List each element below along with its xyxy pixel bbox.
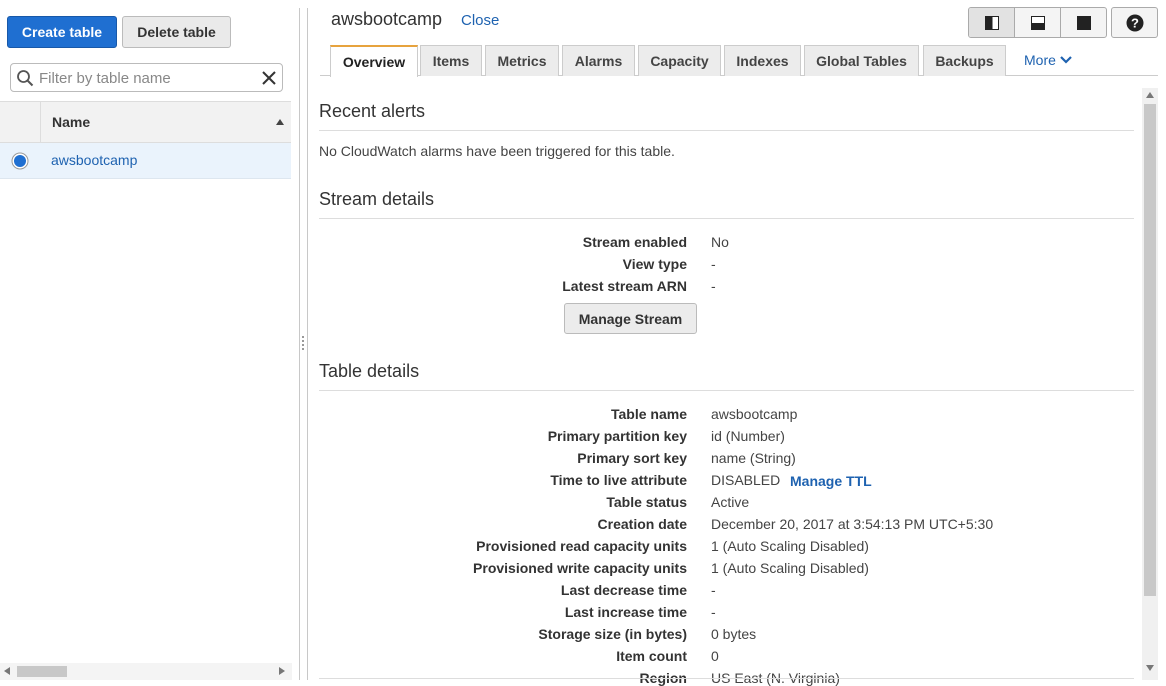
help-button[interactable]: ? [1111,7,1158,38]
detail-label: Last increase time [564,604,687,620]
detail-value: Active [711,494,750,510]
detail-value: December 20, 2017 at 3:54:13 PM UTC+5:30 [711,516,994,532]
detail-label: Primary sort key [577,450,687,466]
detail-value: awsbootcamp [711,406,798,422]
scroll-right-icon[interactable] [279,667,285,675]
radio-selected-icon[interactable] [11,152,29,170]
scrollbar-thumb[interactable] [1144,104,1156,596]
section-divider [319,390,1134,391]
scroll-left-icon[interactable] [4,667,10,675]
name-column-header[interactable]: Name [0,101,291,143]
scrollbar-thumb[interactable] [17,666,67,677]
vertical-scrollbar[interactable] [1142,88,1158,680]
layout-split-vertical-icon [984,15,999,30]
detail-label: Storage size (in bytes) [538,626,687,642]
detail-label: Creation date [597,516,687,532]
table-name-link[interactable]: awsbootcamp [51,152,137,168]
splitter-line [299,8,300,680]
horizontal-scrollbar[interactable] [0,663,292,680]
recent-alerts-title: Recent alerts [319,101,426,121]
tab-backups[interactable]: Backups [923,45,1006,76]
ttl-status-value: DISABLED [711,472,781,488]
detail-label: Item count [616,648,687,664]
tab-alarms[interactable]: Alarms [562,45,635,76]
detail-label: Provisioned write capacity units [473,560,687,576]
recent-alerts-message: No CloudWatch alarms have been triggered… [319,143,675,159]
stream-arn-value: - [711,278,716,294]
detail-label: Primary partition key [547,428,687,444]
stream-enabled-label: Stream enabled [582,234,687,250]
stream-enabled-value: No [711,234,729,250]
section-divider [319,218,1134,219]
sort-ascending-icon[interactable] [276,119,284,125]
stream-arn-label: Latest stream ARN [562,278,687,294]
layout-split-horizontal-button[interactable] [1015,8,1061,37]
detail-value: 0 [711,648,719,664]
tab-more[interactable]: More [1024,52,1072,68]
view-type-value: - [711,256,716,272]
splitter-grip-icon[interactable] [302,336,304,352]
detail-label: Table name [611,406,687,422]
detail-value: - [711,582,716,598]
filter-input[interactable] [37,66,257,90]
delete-table-button[interactable]: Delete table [122,16,231,48]
detail-label: Time to live attribute [550,472,687,488]
layout-split-horizontal-icon [1030,15,1045,30]
detail-label: Provisioned read capacity units [476,538,687,554]
detail-value: name (String) [711,450,796,466]
filter-box [10,63,283,92]
detail-value: 0 bytes [711,626,757,642]
close-link[interactable]: Close [461,12,499,29]
section-divider [319,130,1134,131]
header-divider [40,102,41,142]
tab-metrics[interactable]: Metrics [485,45,559,76]
pane-splitter[interactable] [298,0,309,684]
more-label: More [1024,52,1056,68]
section-divider [319,678,1134,679]
layout-split-vertical-button[interactable] [969,8,1015,37]
tab-indexes[interactable]: Indexes [724,45,801,76]
search-icon [17,70,34,87]
name-header-label: Name [52,114,91,130]
detail-value: id (Number) [711,428,785,444]
create-table-button[interactable]: Create table [7,16,117,48]
table-row[interactable]: awsbootcamp [0,143,291,179]
tab-overview[interactable]: Overview [330,45,418,77]
close-icon[interactable] [261,70,277,86]
chevron-down-icon [1060,56,1072,64]
layout-toggle-group [968,7,1107,38]
splitter-line [307,8,308,680]
page-title: awsbootcamp [331,9,443,29]
table-list-pane: Create table Delete table Name awsbootca… [0,0,292,684]
table-details-title: Table details [319,361,420,381]
tab-items[interactable]: Items [420,45,482,76]
manage-ttl-link[interactable]: Manage TTL [790,473,872,489]
layout-full-icon [1076,15,1091,30]
stream-details-title: Stream details [319,189,435,209]
scroll-down-icon[interactable] [1146,665,1154,671]
tab-capacity[interactable]: Capacity [638,45,721,76]
detail-value: - [711,604,716,620]
help-icon: ? [1126,14,1143,31]
manage-stream-button[interactable]: Manage Stream [564,303,697,334]
detail-label: Last decrease time [560,582,687,598]
detail-value: 1 (Auto Scaling Disabled) [711,560,869,576]
tab-global-tables[interactable]: Global Tables [804,45,919,76]
detail-label: Table status [606,494,687,510]
layout-full-button[interactable] [1061,8,1106,37]
scroll-up-icon[interactable] [1146,92,1154,98]
detail-value: 1 (Auto Scaling Disabled) [711,538,869,554]
svg-text:?: ? [1131,15,1139,30]
view-type-label: View type [622,256,687,272]
